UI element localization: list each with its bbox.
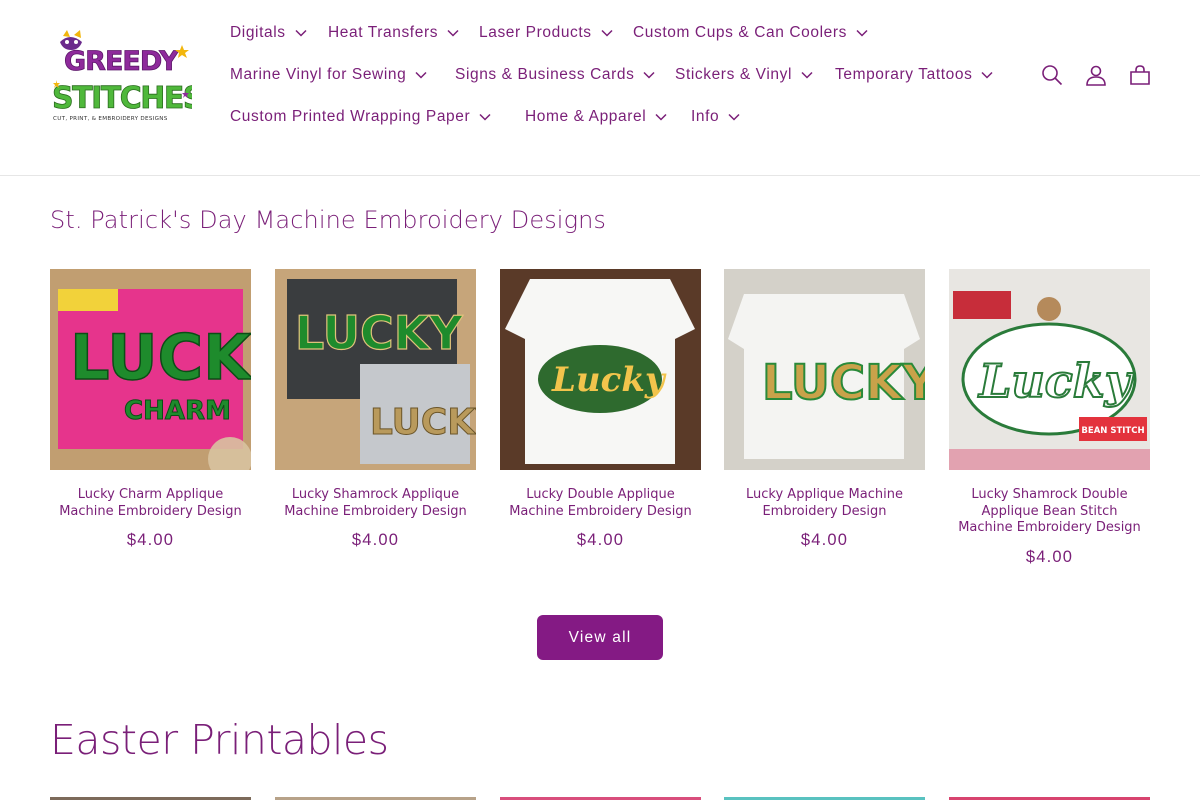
nav-label: Marine Vinyl for Sewing — [230, 66, 407, 83]
chevron-down-icon — [601, 29, 613, 37]
nav-signs-business-cards[interactable]: Signs & Business Cards — [455, 63, 656, 87]
product-price: $4.00 — [126, 531, 175, 549]
product-card[interactable]: LUCKY LUCKY Lucky Shamrock Applique Mach… — [275, 269, 476, 550]
chevron-down-icon — [643, 71, 656, 79]
product-title[interactable]: Lucky Charm Applique Machine Embroidery … — [50, 487, 251, 520]
product-image[interactable]: LUCKY LUCKY — [275, 269, 476, 470]
chevron-down-icon — [801, 71, 813, 79]
nav-label: Home & Apparel — [525, 108, 647, 125]
nav-label: Info — [691, 108, 720, 125]
nav-label: Custom Printed Wrapping Paper — [230, 108, 471, 125]
product-price: $4.00 — [351, 531, 400, 549]
chevron-down-icon — [479, 113, 491, 121]
product-image[interactable]: LUCKY CHARM — [50, 269, 251, 470]
section-title: Easter Printables — [50, 716, 389, 764]
nav-laser-products[interactable]: Laser Products — [479, 21, 613, 45]
image-text: CHARM — [124, 396, 231, 426]
nav-heat-transfers[interactable]: Heat Transfers — [328, 21, 459, 45]
image-text: Lucky — [977, 354, 1135, 408]
nav-temporary-tattoos[interactable]: Temporary Tattoos — [835, 63, 993, 87]
product-card[interactable]: LUCKY CHARM Lucky Charm Applique Machine… — [50, 269, 251, 550]
logo-text-top: GREEDY — [64, 46, 179, 77]
product-price: $4.00 — [576, 531, 625, 549]
product-image[interactable]: Lucky BEAN STITCH — [949, 269, 1150, 470]
nav-custom-cups[interactable]: Custom Cups & Can Coolers — [633, 21, 868, 45]
bean-stitch-badge: BEAN STITCH — [1081, 426, 1144, 436]
site-header: GREEDY STITCHES CUT, PRINT, & EMBROIDERY… — [0, 0, 1200, 176]
nav-stickers-vinyl[interactable]: Stickers & Vinyl — [675, 63, 813, 87]
account-icon[interactable] — [1081, 60, 1111, 90]
image-text-repeat: LUCKY — [370, 402, 476, 443]
search-icon[interactable] — [1037, 60, 1067, 90]
product-title[interactable]: Lucky Shamrock Double Applique Bean Stit… — [949, 487, 1150, 537]
logo[interactable]: GREEDY STITCHES CUT, PRINT, & EMBROIDERY… — [50, 30, 205, 125]
nav-label: Heat Transfers — [328, 24, 439, 41]
logo-text-bottom: STITCHES — [52, 81, 192, 116]
logo-tagline: CUT, PRINT, & EMBROIDERY DESIGNS — [53, 116, 168, 122]
chevron-down-icon — [295, 29, 307, 37]
nav-label: Signs & Business Cards — [455, 66, 635, 83]
chevron-down-icon — [655, 113, 667, 121]
product-price: $4.00 — [800, 531, 849, 549]
product-title[interactable]: Lucky Shamrock Applique Machine Embroide… — [275, 487, 476, 520]
product-card[interactable]: Lucky Lucky Double Applique Machine Embr… — [500, 269, 701, 550]
chevron-down-icon — [728, 113, 740, 121]
product-title[interactable]: Lucky Applique Machine Embroidery Design — [724, 487, 925, 520]
section-title: St. Patrick's Day Machine Embroidery Des… — [50, 206, 606, 234]
nav-home-apparel[interactable]: Home & Apparel — [525, 105, 667, 129]
nav-wrapping-paper[interactable]: Custom Printed Wrapping Paper — [230, 105, 491, 129]
nav-info[interactable]: Info — [691, 105, 740, 129]
nav-label: Custom Cups & Can Coolers — [633, 24, 847, 41]
product-title[interactable]: Lucky Double Applique Machine Embroidery… — [500, 487, 701, 520]
image-text: LUCKY — [295, 306, 463, 360]
nav-label: Stickers & Vinyl — [675, 66, 792, 83]
nav-label: Digitals — [230, 24, 286, 41]
chevron-down-icon — [415, 71, 427, 79]
view-all-button[interactable]: View all — [537, 615, 663, 660]
product-image[interactable]: Lucky — [500, 269, 701, 470]
product-card[interactable]: LUCKY Lucky Applique Machine Embroidery … — [724, 269, 925, 550]
image-text: LUCKY — [70, 321, 251, 394]
chevron-down-icon — [981, 71, 993, 79]
product-price: $4.00 — [1025, 547, 1074, 566]
nav-marine-vinyl[interactable]: Marine Vinyl for Sewing — [230, 63, 427, 87]
nav-label: Laser Products — [479, 24, 592, 41]
image-text: LUCKY — [762, 355, 925, 411]
nav-digitals[interactable]: Digitals — [230, 21, 307, 45]
nav-label: Temporary Tattoos — [835, 66, 973, 83]
product-image[interactable]: LUCKY — [724, 269, 925, 470]
cart-icon[interactable] — [1125, 60, 1155, 90]
product-card[interactable]: Lucky BEAN STITCH Lucky Shamrock Double … — [949, 269, 1150, 567]
chevron-down-icon — [447, 29, 459, 37]
chevron-down-icon — [856, 29, 868, 37]
image-text: Lucky — [551, 360, 667, 400]
